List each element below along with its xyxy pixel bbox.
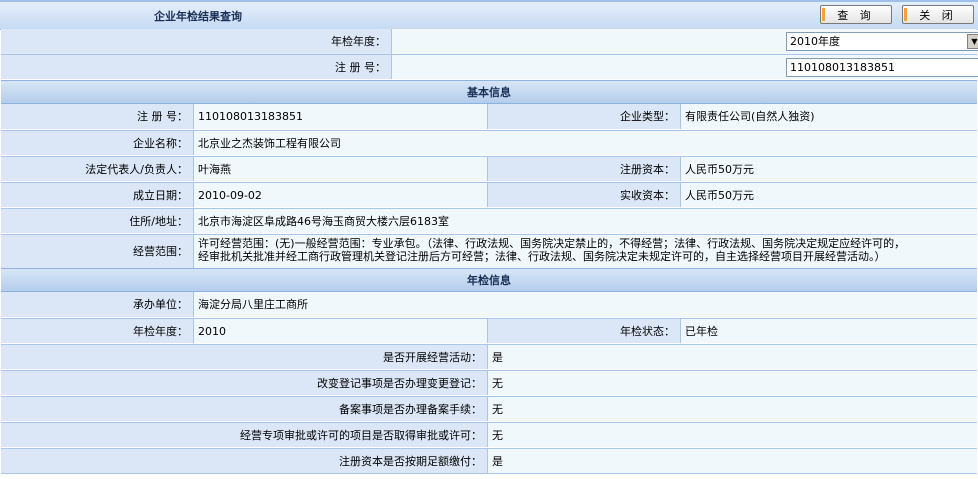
basic-info-header: 基本信息 — [1, 80, 977, 104]
annual-org-value: 海淀分局八里庄工商所 — [194, 292, 977, 317]
search-regno-cell: 110108013183851 * — [392, 55, 978, 79]
annual-row-7: 注册资本是否按期足额缴付： 是 — [1, 448, 977, 474]
basic-regno-value: 110108013183851 — [194, 104, 488, 129]
annual-row-6: 经营专项审批或许可的项目是否取得审批或许可： 无 — [1, 422, 977, 447]
chevron-down-icon[interactable]: ▼ — [967, 34, 978, 49]
annual-row-4: 改变登记事项是否办理变更登记： 无 — [1, 370, 977, 395]
search-year-label: 年检年度： — [1, 29, 392, 54]
annual-row-1: 承办单位： 海淀分局八里庄工商所 — [1, 292, 977, 317]
annual-q1-value: 是 — [488, 345, 977, 369]
search-year-cell: 2010年度 ▼ — [392, 29, 978, 54]
basic-row-4: 成立日期： 2010-09-02 实收资本： 人民币50万元 — [1, 182, 977, 207]
regno-input[interactable]: 110108013183851 — [786, 58, 978, 77]
header-bar: 企业年检结果查询 查 询 关 闭 — [0, 0, 978, 30]
annual-row-3: 是否开展经营活动： 是 — [1, 344, 977, 369]
basic-addr-value: 北京市海淀区阜成路46号海玉商贸大楼六层6183室 — [194, 209, 977, 233]
basic-regno-label: 注 册 号： — [1, 104, 194, 129]
annual-row-2: 年检年度： 2010 年检状态： 已年检 — [1, 318, 977, 343]
basic-name-value: 北京业之杰装饰工程有限公司 — [194, 131, 977, 155]
basic-paid-value: 人民币50万元 — [681, 183, 977, 207]
close-button-accent — [904, 8, 907, 21]
query-button[interactable]: 查 询 — [820, 5, 892, 24]
header-top-line — [0, 0, 978, 2]
basic-paid-label: 实收资本： — [488, 183, 681, 207]
search-regno-row: 注 册 号： 110108013183851 * — [1, 54, 978, 79]
search-year-row: 年检年度： 2010年度 ▼ — [1, 29, 978, 54]
basic-addr-label: 住所/地址： — [1, 209, 194, 233]
year-select-value: 2010年度 — [790, 35, 840, 48]
basic-rep-value: 叶海燕 — [194, 157, 488, 181]
basic-type-label: 企业类型： — [488, 104, 681, 129]
regno-input-value: 110108013183851 — [790, 61, 895, 74]
annual-q2-value: 无 — [488, 371, 977, 395]
annual-year-label: 年检年度： — [1, 319, 194, 343]
annual-row-5: 备案事项是否办理备案手续： 无 — [1, 396, 977, 421]
scope-line-2: 经审批机关批准并经工商行政管理机关登记注册后方可经营；法律、行政法规、国务院决定… — [198, 250, 886, 263]
year-select[interactable]: 2010年度 ▼ — [786, 32, 978, 51]
annual-q5-value: 是 — [488, 449, 977, 473]
annual-q1-label: 是否开展经营活动： — [1, 345, 488, 369]
basic-row-5: 住所/地址： 北京市海淀区阜成路46号海玉商贸大楼六层6183室 — [1, 208, 977, 233]
annual-info-header: 年检信息 — [1, 268, 977, 292]
annual-status-value: 已年检 — [681, 319, 977, 343]
basic-date-value: 2010-09-02 — [194, 183, 488, 207]
close-button[interactable]: 关 闭 — [902, 5, 974, 24]
annual-q4-value: 无 — [488, 423, 977, 447]
basic-row-1: 注 册 号： 110108013183851 企业类型： 有限责任公司(自然人独… — [1, 104, 977, 129]
basic-scope-label: 经营范围： — [1, 235, 194, 268]
basic-scope-value: 许可经营范围：(无)一般经营范围：专业承包。（法律、行政法规、国务院决定禁止的，… — [194, 235, 977, 268]
annual-q5-label: 注册资本是否按期足额缴付： — [1, 449, 488, 473]
annual-q3-label: 备案事项是否办理备案手续： — [1, 397, 488, 421]
annual-org-label: 承办单位： — [1, 292, 194, 317]
close-button-label: 关 闭 — [919, 9, 957, 22]
search-regno-label: 注 册 号： — [1, 55, 392, 79]
annual-q2-label: 改变登记事项是否办理变更登记： — [1, 371, 488, 395]
basic-capital-value: 人民币50万元 — [681, 157, 977, 181]
annual-q4-label: 经营专项审批或许可的项目是否取得审批或许可： — [1, 423, 488, 447]
page-title: 企业年检结果查询 — [154, 10, 242, 23]
scope-line-1: 许可经营范围：(无)一般经营范围：专业承包。（法律、行政法规、国务院决定禁止的，… — [198, 237, 906, 250]
annual-q3-value: 无 — [488, 397, 977, 421]
basic-name-label: 企业名称： — [1, 131, 194, 155]
annual-year-value: 2010 — [194, 319, 488, 343]
basic-capital-label: 注册资本： — [488, 157, 681, 181]
basic-row-6: 经营范围： 许可经营范围：(无)一般经营范围：专业承包。（法律、行政法规、国务院… — [1, 234, 977, 268]
query-button-accent — [822, 8, 825, 21]
basic-rep-label: 法定代表人/负责人： — [1, 157, 194, 181]
basic-date-label: 成立日期： — [1, 183, 194, 207]
annual-status-label: 年检状态： — [488, 319, 681, 343]
basic-row-2: 企业名称： 北京业之杰装饰工程有限公司 — [1, 130, 977, 155]
basic-type-value: 有限责任公司(自然人独资) — [681, 104, 977, 129]
basic-row-3: 法定代表人/负责人： 叶海燕 注册资本： 人民币50万元 — [1, 156, 977, 181]
query-button-label: 查 询 — [837, 9, 875, 22]
